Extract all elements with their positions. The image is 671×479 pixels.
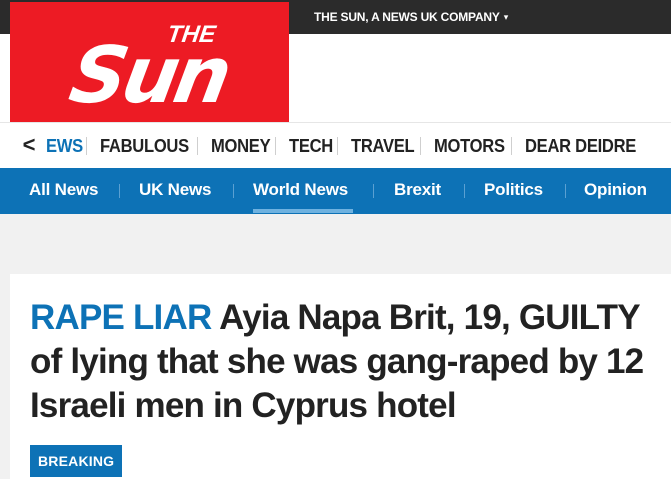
divider [373,184,374,198]
sub-nav-item-all-news[interactable]: All News [29,180,98,200]
sun-logo-mark: THE Sun [10,2,289,122]
section-nav-item-money[interactable]: MONEY [211,136,271,157]
section-nav-items: EWS FABULOUS MONEY TECH TRAVEL MOTORS DE… [46,123,646,169]
divider [86,137,88,155]
headline-kicker: RAPE LIAR [30,298,212,337]
section-nav-item-fabulous[interactable]: FABULOUS [100,136,189,157]
sub-nav-item-brexit[interactable]: Brexit [394,180,441,200]
divider [510,137,512,155]
sub-nav-item-uk-news[interactable]: UK News [139,180,211,200]
company-link-label: THE SUN, A NEWS UK COMPANY [314,10,500,24]
site-logo[interactable]: THE Sun [10,2,289,122]
chevron-left-icon[interactable]: < [17,131,41,159]
divider [565,184,566,198]
header-area [289,34,671,122]
sub-nav: All News UK News World News Brexit Polit… [0,168,671,214]
active-tab-indicator [253,209,353,213]
divider [196,137,198,155]
section-nav-item-motors[interactable]: MOTORS [434,136,505,157]
section-nav: < EWS FABULOUS MONEY TECH TRAVEL MOTORS … [0,122,671,168]
sub-nav-item-world-news[interactable]: World News [253,180,348,200]
divider [337,137,339,155]
company-menu-link[interactable]: THE SUN, A NEWS UK COMPANY ▾ [314,10,508,24]
breaking-badge: BREAKING [30,445,123,477]
section-nav-item-news[interactable]: EWS [46,136,83,157]
article-headline[interactable]: RAPE LIAR Ayia Napa Brit, 19, GUILTY of … [30,296,670,428]
divider [419,137,421,155]
sub-nav-item-politics[interactable]: Politics [484,180,543,200]
logo-sun-text: Sun [63,30,234,121]
section-nav-item-travel[interactable]: TRAVEL [351,136,415,157]
sub-nav-item-opinion[interactable]: Opinion [584,180,647,200]
divider [233,184,234,198]
section-nav-item-dear-deidre[interactable]: DEAR DEIDRE [525,136,636,157]
article-card: RAPE LIAR Ayia Napa Brit, 19, GUILTY of … [10,274,671,479]
divider [275,137,277,155]
caret-down-icon: ▾ [503,12,509,22]
divider [119,184,120,198]
divider [464,184,465,198]
section-nav-item-tech[interactable]: TECH [289,136,333,157]
